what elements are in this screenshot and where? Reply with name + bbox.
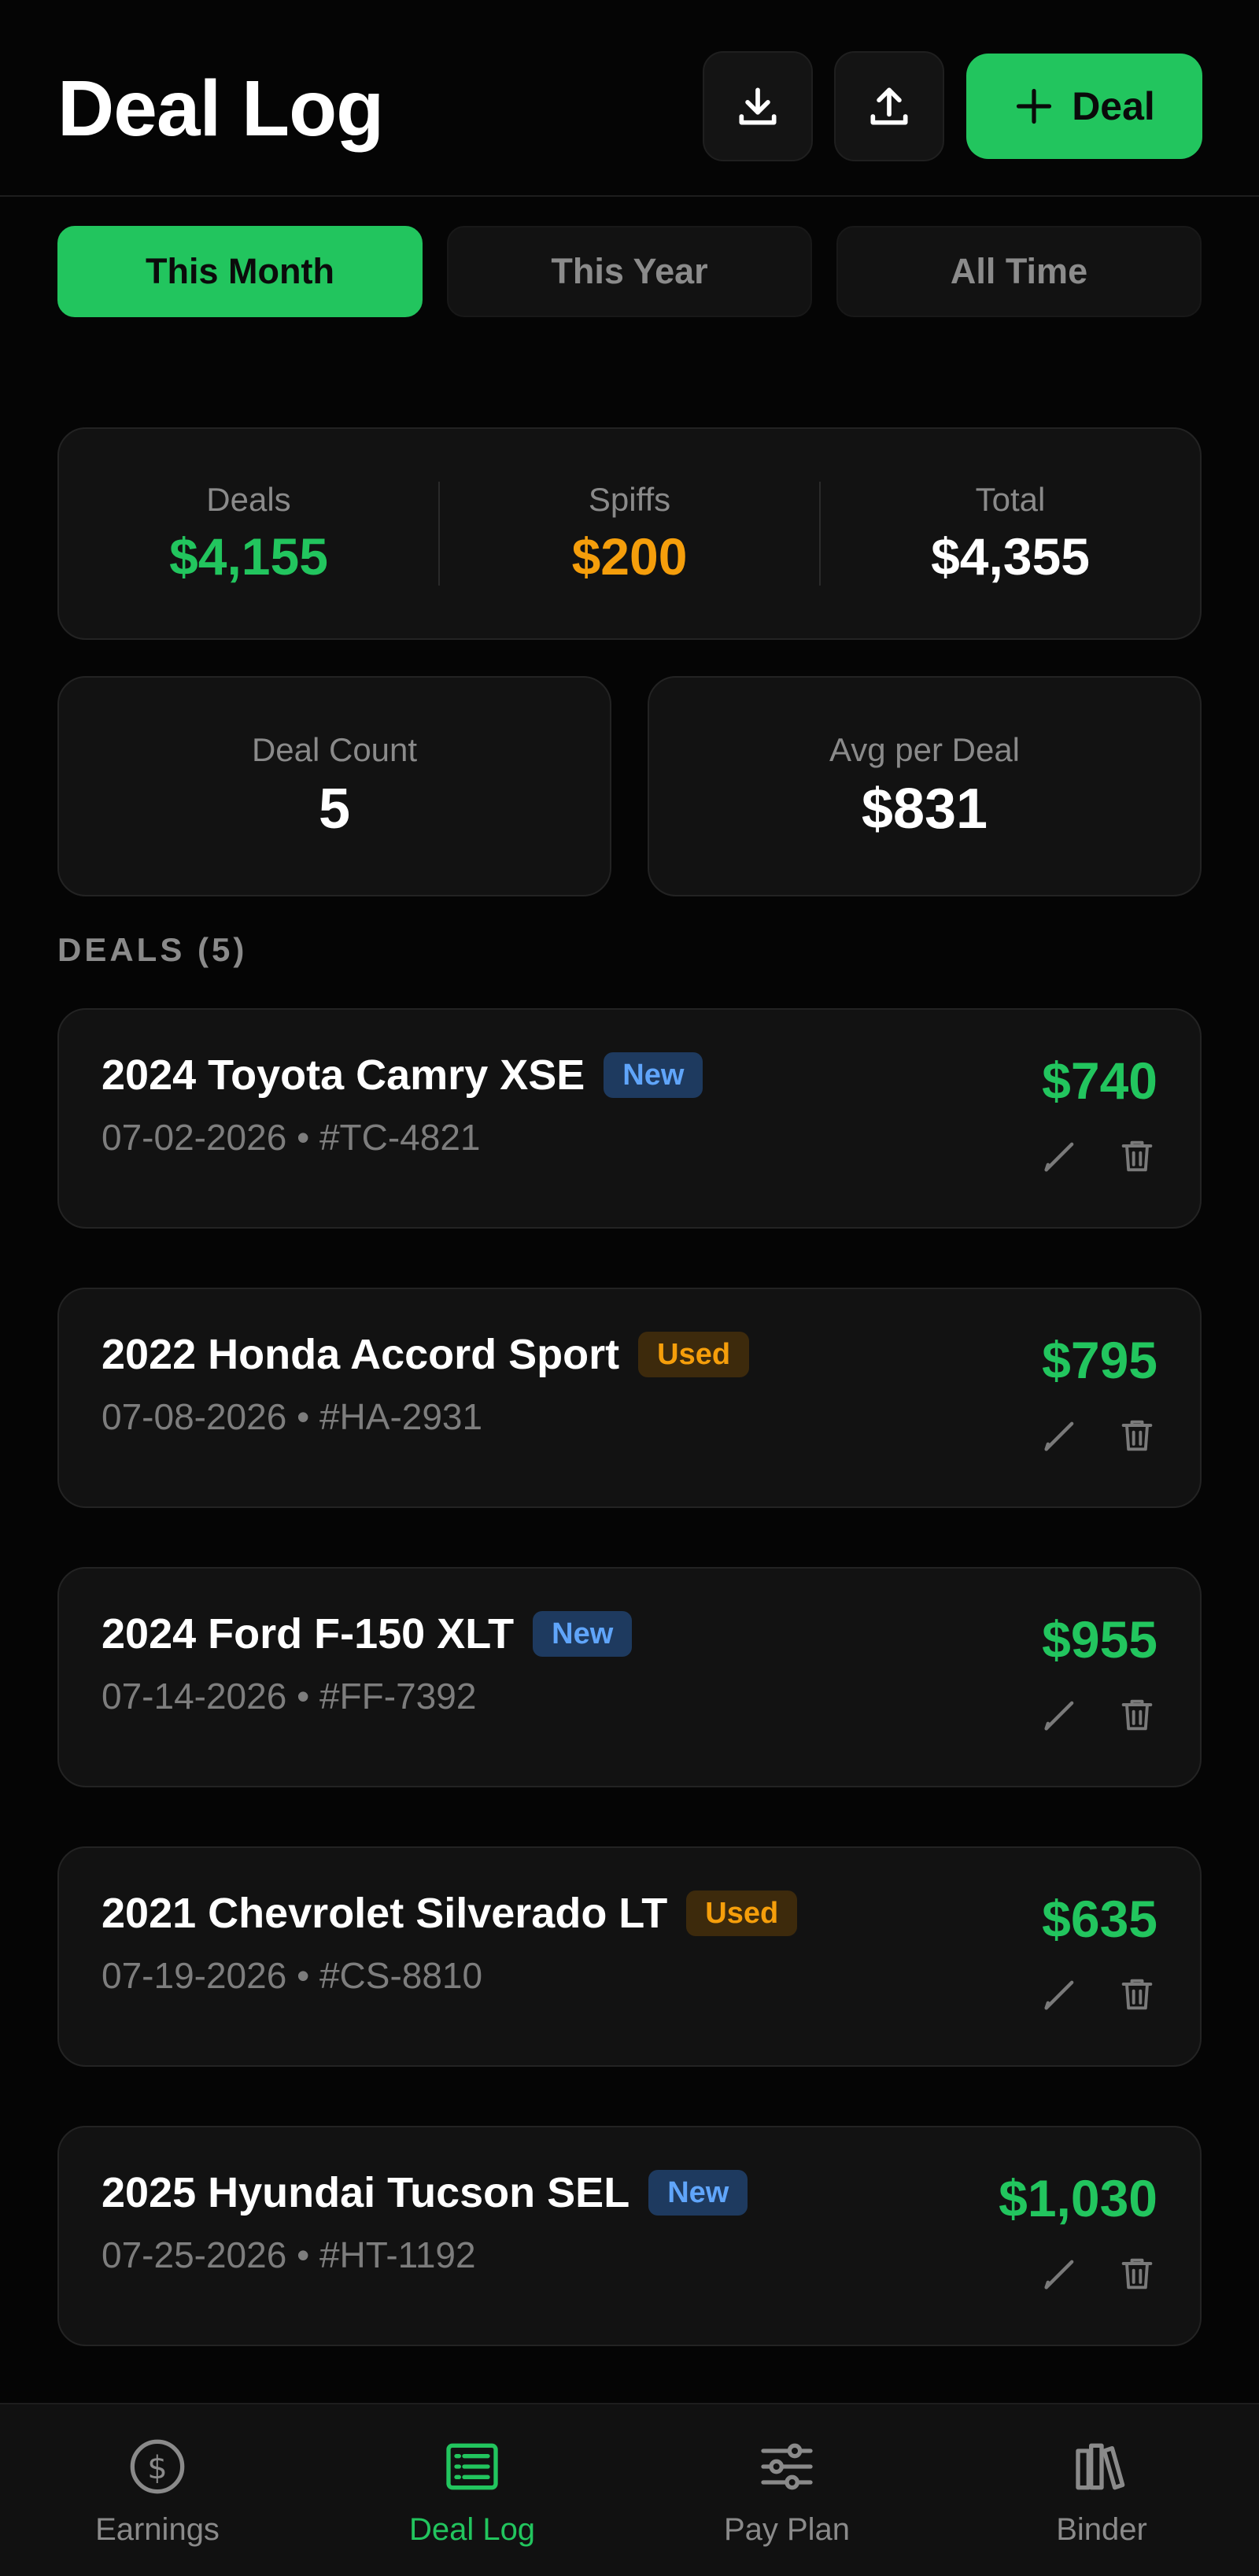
tab-this-month[interactable]: This Month [57, 226, 423, 317]
deal-amount: $740 [1042, 1051, 1157, 1110]
tab-label: All Time [950, 251, 1088, 291]
stat-label: Deal Count [251, 731, 418, 768]
download-icon [739, 87, 777, 125]
deal-card[interactable]: 2024 Toyota Camry XSE New 07-02-2026 • #… [57, 1008, 1202, 1229]
stat-value: $4,155 [169, 527, 328, 586]
plus-icon [1017, 88, 1052, 124]
deal-meta: 07-19-2026 • #CS-8810 [102, 1955, 483, 1996]
edit-icon[interactable] [1039, 1136, 1080, 1177]
spiffs-total-stat: Spiffs $200 [440, 481, 819, 586]
condition-badge: New [648, 2170, 748, 2216]
deal-title: 2025 Hyundai Tucson SEL [102, 2169, 630, 2216]
deal-meta: 07-02-2026 • #TC-4821 [102, 1117, 481, 1158]
stat-label: Deals [206, 481, 291, 518]
deal-card[interactable]: 2021 Chevrolet Silverado LT Used 07-19-2… [57, 1846, 1202, 2067]
trash-icon[interactable] [1117, 1695, 1157, 1735]
edit-icon[interactable] [1039, 1415, 1080, 1456]
stat-label: Spiffs [588, 481, 671, 518]
deal-amount: $635 [1042, 1890, 1157, 1948]
edit-icon[interactable] [1039, 2253, 1080, 2294]
upload-icon [870, 87, 908, 125]
stat-label: Total [975, 481, 1046, 518]
deal-meta: 07-14-2026 • #FF-7392 [102, 1676, 477, 1717]
stat-value: 5 [318, 778, 351, 841]
download-button[interactable] [703, 51, 813, 161]
deal-title: 2021 Chevrolet Silverado LT [102, 1890, 668, 1937]
trash-icon[interactable] [1117, 2253, 1157, 2294]
stat-value: $200 [571, 527, 688, 586]
deal-title: 2024 Ford F-150 XLT [102, 1610, 515, 1658]
deal-title: 2024 Toyota Camry XSE [102, 1051, 585, 1099]
deal-amount: $1,030 [999, 2169, 1157, 2227]
list-icon [446, 2443, 498, 2489]
tab-all-time[interactable]: All Time [836, 226, 1202, 317]
edit-icon[interactable] [1039, 1974, 1080, 2015]
deal-title: 2022 Honda Accord Sport [102, 1331, 620, 1378]
deal-card[interactable]: 2022 Honda Accord Sport Used 07-08-2026 … [57, 1288, 1202, 1508]
books-icon [1076, 2443, 1125, 2489]
app-header: Deal Log Deal [0, 0, 1259, 197]
stat-label: Avg per Deal [829, 731, 1021, 768]
deal-actions [1039, 1695, 1157, 1735]
earnings-summary-card: Deals $4,155 Spiffs $200 Total $4,355 [57, 427, 1202, 640]
stat-value: $831 [861, 778, 988, 841]
dollar-circle-icon: $ [130, 2439, 185, 2493]
deal-amount: $955 [1042, 1610, 1157, 1669]
tab-label: This Year [551, 251, 708, 291]
page-title: Deal Log [57, 65, 384, 153]
deal-title-row: 2024 Toyota Camry XSE New [102, 1051, 703, 1100]
sliders-icon [761, 2443, 813, 2489]
deal-actions [1039, 1974, 1157, 2015]
trash-icon[interactable] [1117, 1136, 1157, 1177]
trash-icon[interactable] [1117, 1974, 1157, 2015]
bottom-nav: $ Earnings Deal Log Pay Plan Binder [0, 2403, 1259, 2576]
svg-text:$: $ [147, 2450, 167, 2486]
condition-badge: Used [638, 1332, 750, 1377]
avg-per-deal-card: Avg per Deal $831 [648, 676, 1202, 896]
deal-actions [1039, 1136, 1157, 1177]
deal-actions [1039, 1415, 1157, 1456]
deal-count-card: Deal Count 5 [57, 676, 611, 896]
deal-actions [1039, 2253, 1157, 2294]
nav-earnings[interactable]: $ Earnings [0, 2404, 315, 2576]
nav-label: Earnings [95, 2511, 220, 2547]
deal-card[interactable]: 2024 Ford F-150 XLT New 07-14-2026 • #FF… [57, 1567, 1202, 1787]
deal-title-row: 2025 Hyundai Tucson SEL New [102, 2168, 748, 2217]
nav-label: Binder [1056, 2511, 1147, 2547]
tab-label: This Month [146, 251, 334, 291]
add-deal-button[interactable]: Deal [966, 54, 1202, 159]
stat-value: $4,355 [931, 527, 1090, 586]
deal-log-screen: Deal Log Deal This Month This Year All T… [0, 0, 1259, 2576]
deal-title-row: 2022 Honda Accord Sport Used [102, 1330, 750, 1379]
nav-binder[interactable]: Binder [944, 2404, 1259, 2576]
deals-total-stat: Deals $4,155 [59, 481, 438, 586]
nav-pay-plan[interactable]: Pay Plan [630, 2404, 944, 2576]
trash-icon[interactable] [1117, 1415, 1157, 1456]
nav-label: Deal Log [408, 2511, 536, 2547]
tab-this-year[interactable]: This Year [447, 226, 812, 317]
condition-badge: Used [686, 1890, 798, 1936]
deal-meta: 07-25-2026 • #HT-1192 [102, 2234, 476, 2275]
condition-badge: New [533, 1611, 633, 1657]
upload-button[interactable] [834, 51, 944, 161]
deal-title-row: 2021 Chevrolet Silverado LT Used [102, 1889, 798, 1938]
condition-badge: New [604, 1052, 703, 1098]
deal-meta: 07-08-2026 • #HA-2931 [102, 1396, 483, 1437]
deal-card[interactable]: 2025 Hyundai Tucson SEL New 07-25-2026 •… [57, 2126, 1202, 2346]
add-deal-label: Deal [1072, 84, 1155, 128]
deal-title-row: 2024 Ford F-150 XLT New [102, 1610, 633, 1658]
edit-icon[interactable] [1039, 1695, 1080, 1735]
nav-deal-log[interactable]: Deal Log [315, 2404, 630, 2576]
deal-amount: $795 [1042, 1331, 1157, 1389]
grand-total-stat: Total $4,355 [821, 481, 1200, 586]
nav-label: Pay Plan [723, 2511, 851, 2547]
deals-section-label: DEALS (5) [57, 931, 248, 968]
